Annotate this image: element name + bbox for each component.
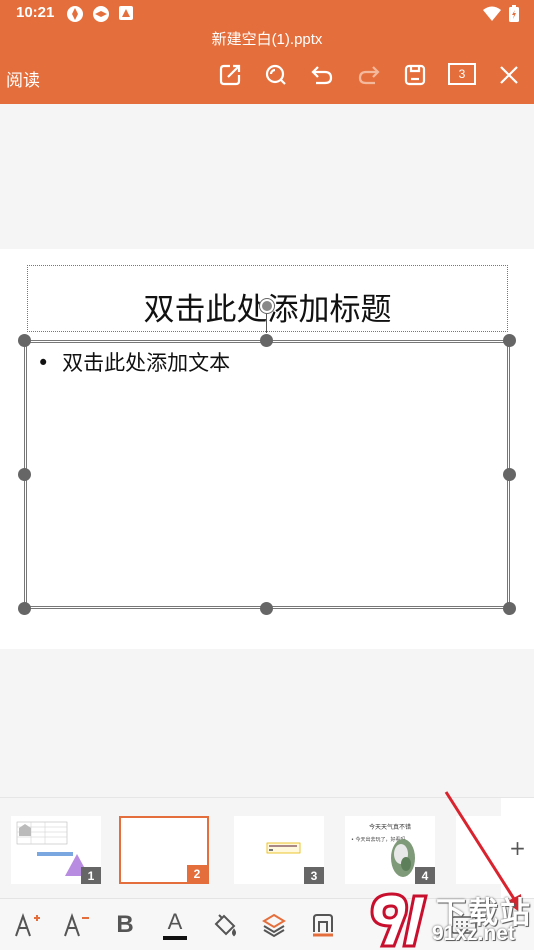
thumbnail-number: 4 — [415, 867, 435, 884]
resize-handle-bottom-left[interactable] — [18, 602, 31, 615]
font-color-label: A — [167, 908, 183, 934]
resize-handle-top-left[interactable] — [18, 334, 31, 347]
shape-outline-icon — [313, 914, 333, 937]
status-indicators — [482, 5, 520, 27]
save-button[interactable] — [400, 60, 430, 90]
watermark-text-bottom: 91xz.net — [432, 922, 515, 945]
fill-color-button[interactable] — [209, 909, 241, 941]
read-mode-button[interactable]: 阅读 — [6, 66, 40, 91]
rotation-stem — [266, 311, 267, 333]
rotation-handle[interactable] — [260, 299, 274, 313]
bold-button[interactable]: B — [109, 909, 141, 941]
decrease-font-button[interactable] — [60, 909, 92, 941]
close-button[interactable] — [494, 60, 524, 90]
edit-icon — [219, 64, 241, 86]
undo-icon — [311, 66, 333, 85]
paint-bucket-icon — [214, 914, 236, 937]
decrease-font-icon — [64, 912, 89, 937]
resize-handle-bottom-right[interactable] — [503, 602, 516, 615]
battery-icon — [508, 5, 520, 27]
slide-thumbnail-2[interactable]: 2 — [119, 816, 209, 884]
slide-thumbnail-3[interactable]: 3 — [234, 816, 324, 884]
status-bar: 10:21 — [0, 0, 534, 28]
app-notification-icon — [118, 5, 136, 23]
bold-label: B — [116, 911, 134, 938]
search-icon — [265, 64, 286, 85]
font-color-button[interactable]: A — [159, 909, 191, 941]
edit-button[interactable] — [215, 60, 245, 90]
search-button[interactable] — [261, 60, 291, 90]
resize-handle-bottom[interactable] — [260, 602, 273, 615]
undo-button[interactable] — [307, 60, 337, 90]
thumbnail-number: 1 — [81, 867, 101, 884]
wifi-icon — [482, 5, 502, 27]
thumbnail-number: 3 — [304, 867, 324, 884]
document-filename: 新建空白(1).pptx — [211, 31, 323, 48]
notification-icon — [92, 5, 110, 23]
save-icon — [404, 64, 426, 86]
close-icon — [500, 66, 518, 84]
arrange-layers-button[interactable] — [258, 909, 290, 941]
resize-handle-top-right[interactable] — [503, 334, 516, 347]
slide-thumbnail-1[interactable]: 1 — [11, 816, 101, 884]
slide-canvas[interactable]: 双击此处添加标题 • 双击此处添加文本 — [0, 249, 534, 649]
page-count-button[interactable]: 3 — [448, 63, 476, 85]
site-watermark: 下载站 91xz.net — [364, 886, 534, 950]
watermark-logo — [370, 892, 428, 948]
notification-icon — [66, 5, 84, 23]
increase-font-button[interactable] — [11, 909, 43, 941]
resize-handle-top[interactable] — [260, 334, 273, 347]
font-color-swatch — [163, 935, 187, 940]
increase-font-icon — [15, 912, 40, 937]
redo-button[interactable] — [354, 60, 384, 90]
body-placeholder-label: 双击此处添加文本 — [62, 351, 231, 375]
layers-icon — [262, 913, 286, 938]
body-placeholder-text: • 双击此处添加文本 — [37, 347, 230, 377]
resize-handle-right[interactable] — [503, 468, 516, 481]
resize-handle-left[interactable] — [18, 468, 31, 481]
slide-thumbnail-5-partial[interactable] — [456, 816, 501, 884]
shape-style-button[interactable] — [307, 909, 339, 941]
thumbnail-number: 2 — [187, 865, 207, 882]
status-time: 10:21 — [16, 4, 55, 21]
app-header: 10:21 新建空白(1).pptx 阅读 3 — [0, 0, 534, 104]
slide-thumbnail-4[interactable]: 今天天气真不错 • 今天出去玩了，好看吗 4 — [345, 816, 435, 884]
redo-icon — [358, 66, 380, 85]
body-placeholder-box[interactable]: • 双击此处添加文本 — [24, 340, 510, 609]
bullet-marker: • — [37, 351, 50, 375]
slide-thumbnail-strip[interactable]: 1 2 3 今天天气真不错 • 今天出去玩了，好看吗 4 + — [0, 797, 534, 898]
add-slide-button[interactable]: + — [501, 798, 534, 898]
